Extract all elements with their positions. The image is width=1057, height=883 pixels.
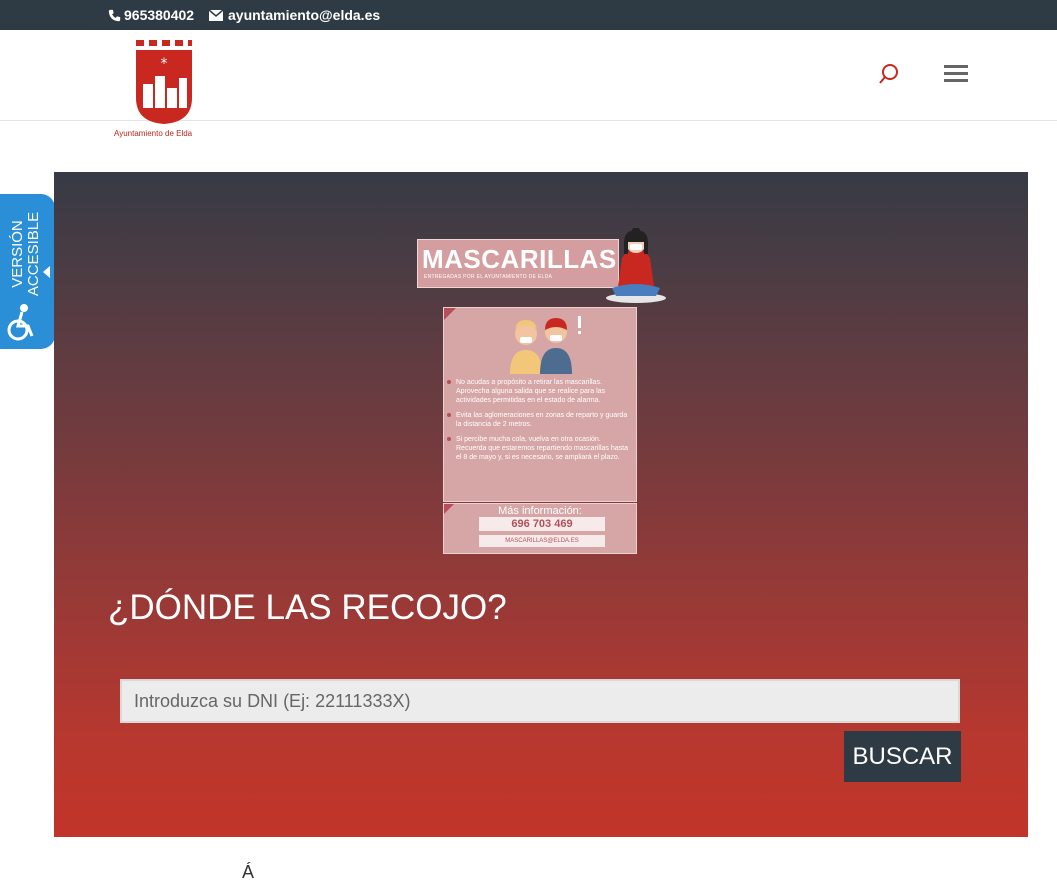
advice-list: No acudas a propósito a retirar las masc… xyxy=(447,378,632,468)
phone-icon xyxy=(108,9,121,21)
menu-icon[interactable] xyxy=(944,65,968,83)
search-button[interactable]: BUSCAR xyxy=(844,731,961,782)
hero-heading: ¿DÓNDE LAS RECOJO? xyxy=(108,588,507,627)
search-icon[interactable] xyxy=(878,63,900,85)
next-section-heading-fragment: Á xyxy=(242,862,255,882)
advice-item: Si percibe mucha cola, vuelva en otra oc… xyxy=(447,435,632,462)
poster-corner xyxy=(444,308,456,320)
advice-item: No acudas a propósito a retirar las masc… xyxy=(447,378,632,405)
poster-title: MASCARILLAS xyxy=(422,244,617,274)
email-address: ayuntamiento@elda.es xyxy=(228,7,381,23)
more-info-label: Más información: xyxy=(498,505,582,517)
arrow-left-icon xyxy=(43,266,50,278)
top-bar: 965380402 ayuntamiento@elda.es xyxy=(0,0,1057,30)
svg-text:*: * xyxy=(161,56,168,72)
envelope-icon xyxy=(209,9,223,21)
phone-number: 965380402 xyxy=(124,7,195,23)
poster-subtitle: ENTREGADAS POR EL AYUNTAMIENTO DE ELDA xyxy=(424,274,553,280)
accessible-label: VERSIÓN ACCESIBLE xyxy=(9,192,42,316)
dni-input[interactable] xyxy=(120,679,960,723)
advice-item: Evita las aglomeraciones en zonas de rep… xyxy=(447,411,632,429)
site-header: * Ayuntamiento de Elda xyxy=(0,30,1057,138)
info-email: MASCARILLAS@ELDA.ES xyxy=(479,535,605,547)
phone-link[interactable]: 965380402 xyxy=(108,7,194,23)
accessible-line1: VERSIÓN xyxy=(9,220,26,288)
poster-advice-panel: No acudas a propósito a retirar las masc… xyxy=(443,307,637,502)
info-phone: 696 703 469 xyxy=(479,517,605,531)
logo-caption: Ayuntamiento de Elda xyxy=(114,129,193,138)
accessible-version-tab[interactable]: VERSIÓN ACCESIBLE xyxy=(0,194,55,349)
people-illustration xyxy=(510,316,581,374)
wheelchair-icon xyxy=(7,304,34,341)
poster-title-banner: MASCARILLAS ENTREGADAS POR EL AYUNTAMIEN… xyxy=(417,239,619,288)
girl-illustration xyxy=(606,228,666,303)
elda-logo[interactable]: * xyxy=(119,38,211,142)
hero-section: MASCARILLAS ENTREGADAS POR EL AYUNTAMIEN… xyxy=(54,172,1028,837)
email-link[interactable]: ayuntamiento@elda.es xyxy=(209,7,380,23)
poster-info-panel: Más información: 696 703 469 MASCARILLAS… xyxy=(443,503,637,554)
accessible-line2: ACCESIBLE xyxy=(25,211,42,297)
